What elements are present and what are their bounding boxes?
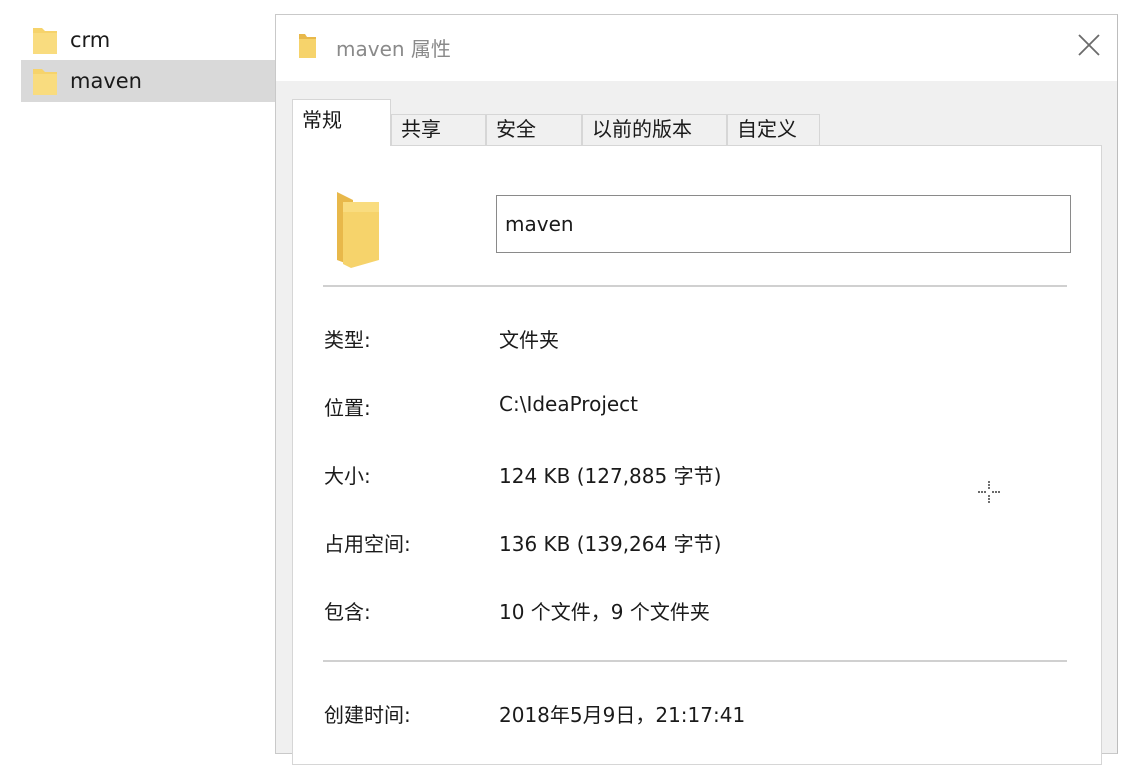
- tab-sharing[interactable]: 共享: [391, 114, 486, 145]
- created-label: 创建时间:: [324, 703, 411, 727]
- list-item-maven[interactable]: maven: [21, 60, 276, 102]
- general-panel: 类型: 文件夹 位置: C:\IdeaProject 大小: 124 KB (1…: [292, 145, 1102, 765]
- divider: [323, 660, 1067, 662]
- folder-icon: [33, 28, 57, 54]
- tab-general[interactable]: 常规: [292, 99, 391, 146]
- list-item-crm[interactable]: crm: [21, 19, 276, 61]
- folder-icon: [33, 69, 57, 95]
- type-label: 类型:: [324, 328, 371, 352]
- crosshair-cursor-icon: [978, 481, 1000, 503]
- size-on-disk-value: 136 KB (139,264 字节): [499, 532, 722, 556]
- list-item-label: crm: [70, 28, 111, 52]
- divider: [323, 285, 1067, 287]
- size-label: 大小:: [324, 464, 371, 488]
- created-value: 2018年5月9日，21:17:41: [499, 703, 746, 727]
- list-item-label: maven: [70, 69, 142, 93]
- tab-previous-versions[interactable]: 以前的版本: [582, 114, 727, 145]
- location-label: 位置:: [324, 396, 371, 420]
- size-value: 124 KB (127,885 字节): [499, 464, 722, 488]
- file-list: crm maven: [0, 0, 276, 754]
- contains-label: 包含:: [324, 600, 371, 624]
- folder-name-input[interactable]: [496, 195, 1071, 253]
- close-icon: [1078, 34, 1100, 56]
- tab-security[interactable]: 安全: [486, 114, 582, 145]
- folder-icon: [337, 192, 379, 268]
- type-value: 文件夹: [499, 328, 559, 352]
- size-on-disk-label: 占用空间:: [324, 532, 411, 556]
- folder-icon: [299, 34, 316, 58]
- title-bar[interactable]: maven 属性: [276, 15, 1117, 81]
- close-button[interactable]: [1069, 25, 1109, 65]
- dialog-title: maven 属性: [336, 37, 451, 61]
- properties-dialog: maven 属性 常规 共享 安全 以前的版本 自定义 类型: 文件夹 位置: …: [275, 14, 1118, 765]
- contains-value: 10 个文件，9 个文件夹: [499, 600, 710, 624]
- location-value: C:\IdeaProject: [499, 392, 639, 416]
- tab-customize[interactable]: 自定义: [727, 114, 820, 145]
